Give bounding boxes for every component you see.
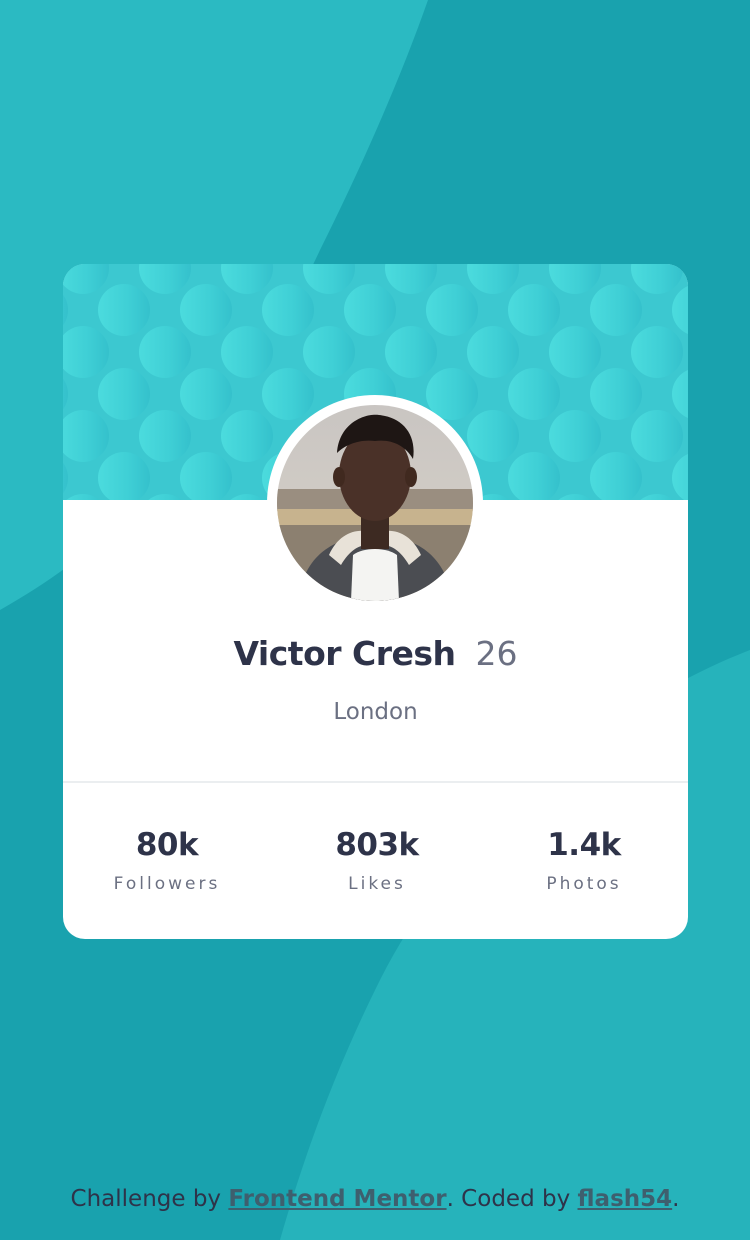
pattern-bubble	[139, 410, 191, 462]
attribution-suffix: .	[672, 1186, 680, 1212]
stat-value: 1.4k	[547, 827, 621, 863]
profile-card: Victor Cresh 26 London 80k Followers 803k…	[63, 264, 688, 939]
pattern-bubble	[221, 326, 273, 378]
pattern-bubble	[262, 284, 314, 336]
attribution: Challenge by Frontend Mentor. Coded by f…	[0, 1188, 750, 1211]
pattern-bubble	[221, 410, 273, 462]
pattern-bubble	[590, 368, 642, 420]
pattern-bubble	[180, 284, 232, 336]
stat-label: Followers	[113, 874, 221, 894]
name-row: Victor Cresh 26	[63, 637, 688, 670]
stat-value: 80k	[135, 827, 199, 863]
pattern-bubble	[549, 410, 601, 462]
pattern-bubble	[98, 284, 150, 336]
pattern-bubble	[467, 410, 519, 462]
avatar	[277, 405, 473, 601]
pattern-bubble	[631, 410, 683, 462]
profile-location: London	[333, 699, 418, 725]
pattern-bubble	[262, 368, 314, 420]
pattern-bubble	[508, 368, 560, 420]
attribution-prefix: Challenge by	[70, 1186, 229, 1212]
pattern-bubble	[303, 326, 355, 378]
stat-value: 803k	[335, 827, 419, 863]
profile-age: 26	[475, 634, 518, 673]
card-divider	[63, 781, 688, 783]
pattern-bubble	[344, 284, 396, 336]
pattern-bubble	[549, 326, 601, 378]
pattern-bubble	[590, 284, 642, 336]
frontend-mentor-link[interactable]: Frontend Mentor	[228, 1186, 446, 1212]
profile-name: Victor Cresh	[233, 634, 456, 673]
attribution-middle: . Coded by	[446, 1186, 578, 1212]
stat-label: Photos	[546, 874, 622, 894]
pattern-bubble	[426, 284, 478, 336]
avatar-ring	[267, 395, 483, 611]
pattern-bubble	[180, 368, 232, 420]
pattern-bubble	[631, 326, 683, 378]
author-link[interactable]: flash54	[578, 1186, 673, 1212]
stat-likes: 803k Likes	[273, 830, 481, 893]
stat-label: Likes	[348, 874, 406, 894]
pattern-bubble	[385, 326, 437, 378]
stat-photos: 1.4k Photos	[480, 830, 688, 893]
pattern-bubble	[139, 326, 191, 378]
stat-followers: 80k Followers	[63, 830, 271, 893]
pattern-bubble	[467, 326, 519, 378]
pattern-bubble	[98, 368, 150, 420]
pattern-bubble	[508, 284, 560, 336]
